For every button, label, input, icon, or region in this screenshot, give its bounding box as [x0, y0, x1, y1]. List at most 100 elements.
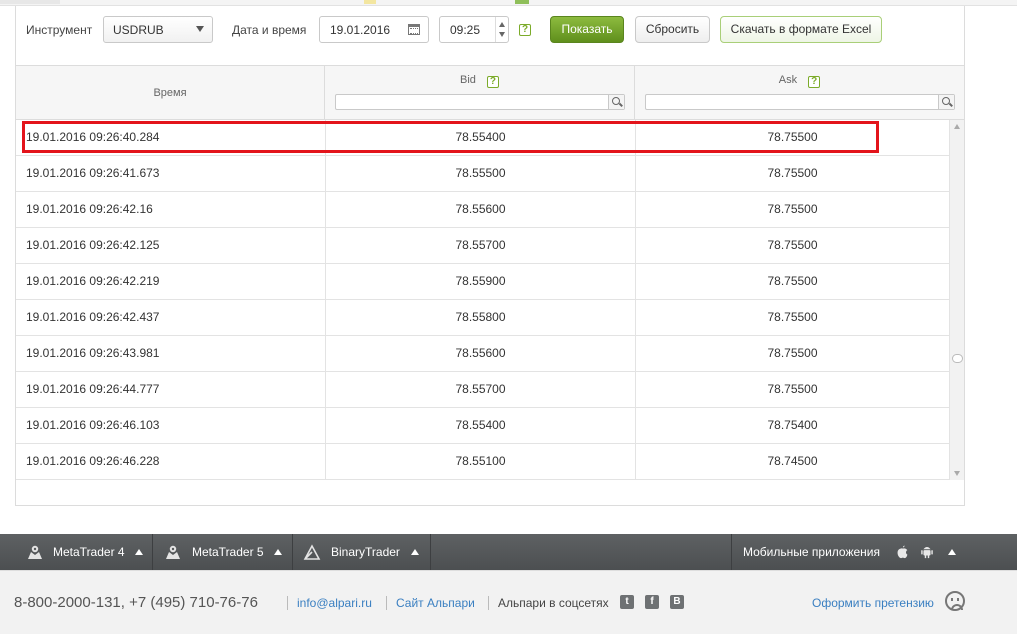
time-value: 09:25 [450, 23, 481, 37]
instrument-select[interactable]: USDRUB [103, 16, 213, 43]
table-row[interactable]: 19.01.2016 09:26:42.219 78.55900 78.75500 [16, 264, 949, 300]
platform-binary[interactable]: BinaryTrader [293, 534, 431, 570]
twitter-icon[interactable]: t [620, 595, 634, 609]
contact-phones: 8-800-2000-131, +7 (495) 710-76-76 [14, 594, 258, 611]
table-row[interactable]: 19.01.2016 09:26:40.284 78.55400 78.75500 [16, 120, 949, 156]
scroll-up-icon[interactable] [954, 124, 960, 129]
column-title-time: Время [153, 87, 187, 99]
facebook-icon[interactable]: f [645, 595, 659, 609]
time-spinner[interactable] [495, 17, 508, 42]
cell-ask: 78.75500 [635, 120, 949, 155]
social-label: Альпари в соцсетях [498, 596, 609, 610]
quotes-archive-panel: Инструмент USDRUB Дата и время 19.01.201… [15, 6, 965, 506]
ask-filter-input[interactable] [645, 94, 955, 110]
cell-bid: 78.55400 [325, 120, 635, 155]
excel-download-button[interactable]: Скачать в формате Excel [720, 16, 882, 43]
platform-label: BinaryTrader [331, 545, 400, 559]
platform-bar: MetaTrader 4 MetaTrader 5 BinaryTrader М… [0, 534, 1017, 570]
help-icon[interactable]: ? [486, 76, 499, 88]
search-icon[interactable] [938, 95, 954, 109]
site-link[interactable]: Сайт Альпари [396, 596, 475, 610]
column-header-ask: Ask ? [635, 66, 964, 119]
vk-icon[interactable]: B [670, 595, 684, 609]
show-button[interactable]: Показать [550, 16, 624, 43]
email-link[interactable]: info@alpari.ru [297, 596, 372, 610]
cell-time: 19.01.2016 09:26:42.219 [26, 274, 160, 288]
cell-time: 19.01.2016 09:26:46.228 [26, 454, 160, 468]
table-row[interactable]: 19.01.2016 09:26:42.437 78.55800 78.75500 [16, 300, 949, 336]
date-input[interactable]: 19.01.2016 [319, 16, 429, 43]
spinner-up-icon[interactable] [499, 22, 505, 27]
divider [386, 596, 387, 610]
mobile-apps-label: Мобильные приложения [743, 545, 880, 559]
date-value: 19.01.2016 [330, 23, 391, 37]
table-body: 19.01.2016 09:26:46.228 78.55100 78.74500 1… [16, 120, 964, 480]
help-icon[interactable]: ? [519, 24, 531, 36]
cell-ask: 78.75500 [635, 228, 949, 263]
expand-arrow-icon [274, 549, 282, 555]
cell-bid: 78.55800 [325, 300, 635, 335]
reset-button[interactable]: Сбросить [635, 16, 710, 43]
quotes-table: Время Bid ? Ask ? 19.01.2016 09:26:46.22… [16, 65, 964, 481]
sad-face-icon[interactable] [945, 591, 965, 611]
platform-mt5[interactable]: MetaTrader 5 [153, 534, 293, 570]
column-title-ask: Ask [778, 74, 798, 86]
spinner-down-icon[interactable] [499, 32, 505, 37]
cell-ask: 78.75500 [635, 264, 949, 299]
cell-bid: 78.55600 [325, 336, 635, 371]
calendar-icon[interactable] [408, 24, 420, 35]
cell-bid: 78.55400 [325, 408, 635, 443]
divider [287, 596, 288, 610]
expand-arrow-icon [948, 549, 956, 555]
expand-arrow-icon [135, 549, 143, 555]
cell-time: 19.01.2016 09:26:42.125 [26, 238, 160, 252]
platform-label: MetaTrader 4 [53, 545, 125, 559]
table-row[interactable]: 19.01.2016 09:26:46.103 78.55400 78.75400 [16, 408, 949, 444]
cell-time: 19.01.2016 09:26:44.777 [26, 382, 160, 396]
cell-time: 19.01.2016 09:26:46.103 [26, 418, 160, 432]
bid-filter-input[interactable] [335, 94, 625, 110]
cell-ask: 78.75500 [635, 192, 949, 227]
apple-icon [897, 545, 908, 559]
table-row[interactable]: 19.01.2016 09:26:42.125 78.55700 78.75500 [16, 228, 949, 264]
cell-ask: 78.75500 [635, 372, 949, 407]
expand-arrow-icon [411, 549, 419, 555]
binarytrader-icon [303, 544, 321, 560]
search-icon[interactable] [608, 95, 624, 109]
platform-mt4[interactable]: MetaTrader 4 [14, 534, 153, 570]
cell-bid: 78.55700 [325, 228, 635, 263]
scroll-down-icon[interactable] [954, 471, 960, 476]
cell-bid: 78.55700 [325, 372, 635, 407]
help-icon[interactable]: ? [808, 76, 821, 88]
instrument-value: USDRUB [113, 23, 164, 37]
instrument-label: Инструмент [26, 23, 93, 37]
divider [488, 596, 489, 610]
cell-time: 19.01.2016 09:26:42.16 [26, 202, 153, 216]
scroll-thumb[interactable] [952, 354, 963, 363]
metatrader-icon [28, 545, 42, 559]
datetime-label: Дата и время [232, 23, 307, 37]
site-footer: 8-800-2000-131, +7 (495) 710-76-76 info@… [0, 570, 1017, 634]
table-row[interactable]: 19.01.2016 09:26:44.777 78.55700 78.75500 [16, 372, 949, 408]
dropdown-arrow-icon [196, 26, 204, 32]
mobile-apps[interactable]: Мобильные приложения [731, 534, 1017, 570]
cell-bid: 78.55500 [325, 156, 635, 191]
table-row[interactable]: 19.01.2016 09:26:42.16 78.55600 78.75500 [16, 192, 949, 228]
cell-ask: 78.75500 [635, 336, 949, 371]
column-header-bid: Bid ? [325, 66, 635, 119]
table-row[interactable]: 19.01.2016 09:26:46.228 78.55100 78.74500 [16, 444, 949, 480]
cell-bid: 78.55600 [325, 192, 635, 227]
complaint-link[interactable]: Оформить претензию [812, 596, 934, 610]
time-input[interactable]: 09:25 [439, 16, 509, 43]
column-header-time: Время [16, 66, 325, 119]
table-row[interactable]: 19.01.2016 09:26:41.673 78.55500 78.75500 [16, 156, 949, 192]
table-scrollbar[interactable] [949, 120, 964, 480]
cell-time: 19.01.2016 09:26:42.437 [26, 310, 160, 324]
platform-label: MetaTrader 5 [192, 545, 264, 559]
cell-bid: 78.55100 [325, 444, 635, 479]
android-icon [921, 547, 933, 559]
filters-bar: Инструмент USDRUB Дата и время 19.01.201… [16, 6, 964, 66]
metatrader-icon [166, 545, 180, 559]
table-row[interactable]: 19.01.2016 09:26:43.981 78.55600 78.75500 [16, 336, 949, 372]
cell-time: 19.01.2016 09:26:41.673 [26, 166, 160, 180]
